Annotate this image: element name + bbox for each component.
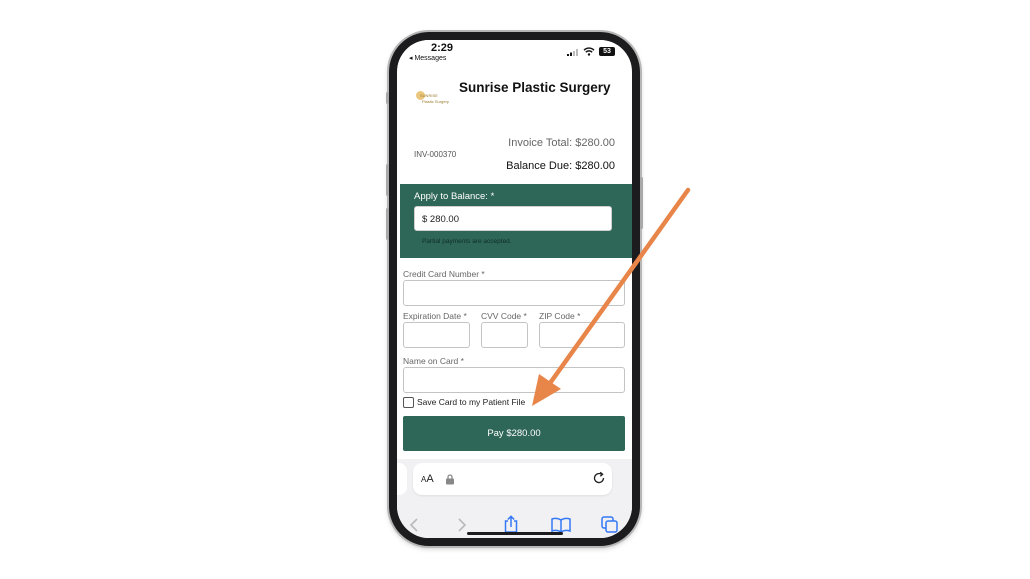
cvv-code-label: CVV Code * (481, 311, 527, 321)
tabs-icon (601, 516, 618, 533)
logo-text-line1: SUNRISE (420, 93, 438, 98)
volume-up-button (386, 164, 389, 196)
battery-icon: 53 (599, 47, 615, 56)
back-icon (409, 518, 418, 532)
mute-switch (386, 92, 389, 104)
reader-settings-button[interactable]: AA (421, 473, 434, 485)
phone-frame: 2:29 ◂ Messages 53 SUNRISE Plastic Surge… (386, 32, 643, 546)
forward-icon (458, 518, 467, 532)
back-to-messages-link[interactable]: ◂ Messages (409, 54, 446, 62)
card-number-label: Credit Card Number * (403, 269, 485, 279)
partial-payments-note: Partial payments are accepted. (422, 238, 512, 245)
address-bar[interactable]: AA (413, 463, 612, 495)
pay-button[interactable]: Pay $280.00 (403, 416, 625, 451)
save-card-checkbox[interactable] (403, 397, 414, 408)
back-button[interactable] (409, 517, 419, 538)
reload-icon[interactable] (592, 471, 606, 485)
wifi-icon (583, 47, 595, 56)
name-on-card-label: Name on Card * (403, 356, 464, 366)
phone-screen: 2:29 ◂ Messages 53 SUNRISE Plastic Surge… (397, 40, 632, 538)
apply-to-balance-label: Apply to Balance: * (414, 191, 495, 202)
apply-to-balance-panel: Apply to Balance: * $ 280.00 Partial pay… (400, 184, 632, 258)
cvv-code-input[interactable] (481, 322, 528, 348)
previous-tab-peek[interactable] (397, 463, 407, 495)
invoice-total: Invoice Total: $280.00 (508, 137, 615, 149)
cellular-signal-icon (567, 49, 578, 56)
zip-code-input[interactable] (539, 322, 625, 348)
invoice-number: INV-000370 (414, 150, 457, 159)
logo-text-line2: Plastic Surgery (422, 99, 449, 104)
balance-due: Balance Due: $280.00 (506, 160, 615, 172)
status-bar: 2:29 ◂ Messages 53 (397, 40, 632, 66)
lock-icon (446, 474, 454, 485)
name-on-card-input[interactable] (403, 367, 625, 393)
save-card-label[interactable]: Save Card to my Patient File (417, 397, 525, 407)
volume-down-button (386, 208, 389, 240)
card-number-input[interactable] (403, 280, 625, 306)
power-button (640, 177, 643, 229)
expiration-date-label: Expiration Date * (403, 311, 467, 321)
status-time: 2:29 (431, 42, 454, 54)
clinic-logo: SUNRISE Plastic Surgery (414, 90, 449, 106)
expiration-date-input[interactable] (403, 322, 470, 348)
apply-to-balance-input[interactable]: $ 280.00 (414, 206, 612, 231)
page-title: Sunrise Plastic Surgery (459, 80, 611, 95)
home-indicator (467, 532, 563, 535)
share-icon (504, 515, 518, 533)
bookmarks-icon (551, 517, 571, 533)
forward-button[interactable] (457, 517, 467, 538)
browser-toolbar: AA (397, 459, 632, 538)
tabs-button[interactable] (601, 516, 618, 538)
zip-code-label: ZIP Code * (539, 311, 581, 321)
